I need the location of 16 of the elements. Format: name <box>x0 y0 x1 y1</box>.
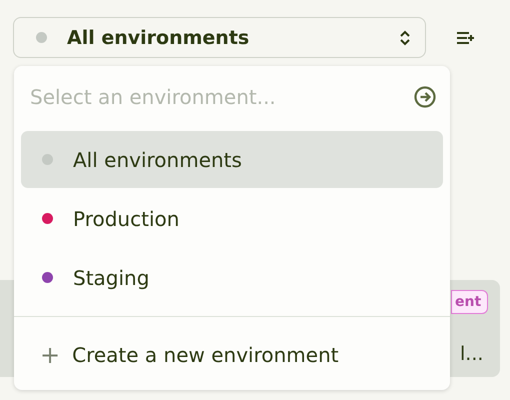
option-label: Production <box>73 206 180 230</box>
create-environment-button[interactable]: + Create a new environment <box>21 331 443 378</box>
select-value: All environments <box>67 26 250 48</box>
plus-icon: + <box>40 340 60 368</box>
tag: ent <box>451 290 488 314</box>
environment-option[interactable]: Production <box>21 190 443 247</box>
environment-option[interactable]: Staging <box>21 249 443 306</box>
search-field[interactable]: Select an environment... <box>28 84 414 110</box>
option-label: All environments <box>73 148 242 172</box>
card-text: l... <box>460 343 484 365</box>
environment-select[interactable]: All environments <box>13 17 426 58</box>
environment-option[interactable]: All environments <box>21 131 443 188</box>
option-label: Staging <box>73 266 150 290</box>
list-add-icon[interactable] <box>456 30 476 44</box>
chevron-updown-icon <box>399 28 411 46</box>
arrow-circle-icon[interactable] <box>414 86 436 108</box>
